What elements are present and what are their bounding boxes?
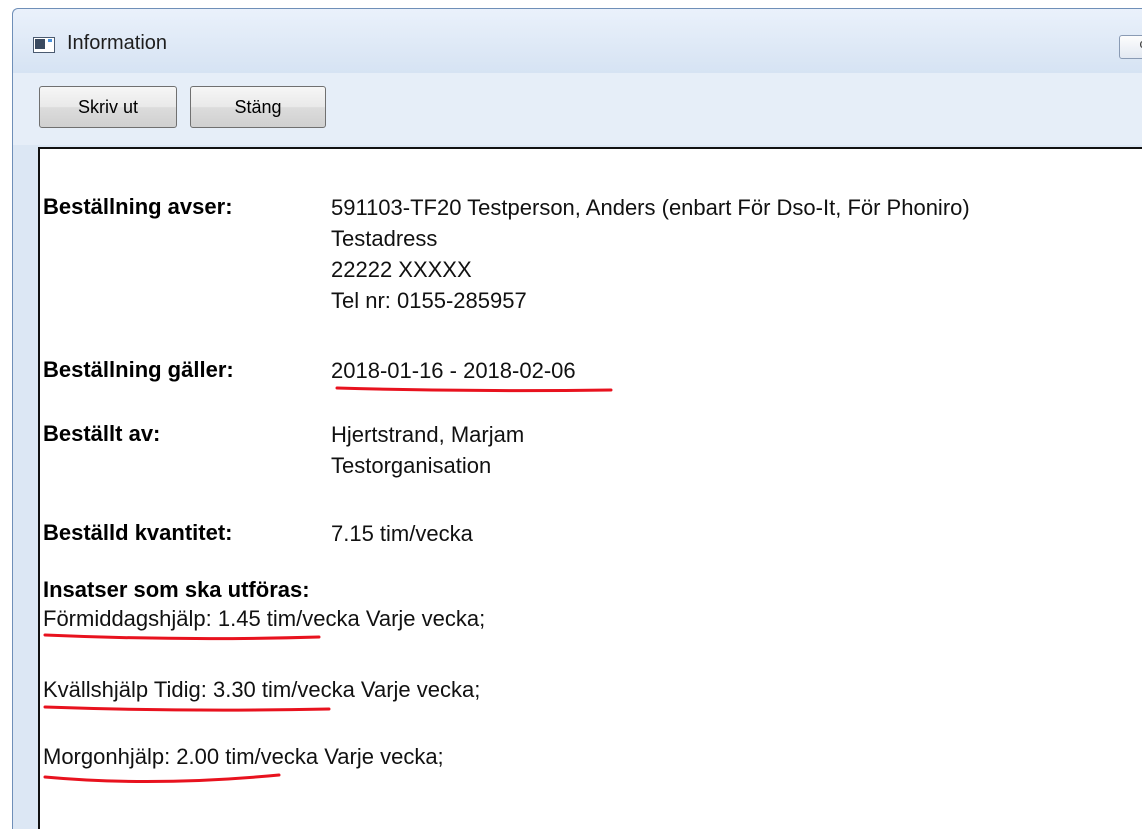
tasks-heading: Insatser som ska utföras: [43, 577, 310, 602]
ordered-by-line-1: Hjertstrand, Marjam [331, 422, 525, 447]
order-regarding-line-4: Tel nr: 0155-285957 [331, 288, 527, 313]
window-control-button[interactable]: c [1119, 35, 1142, 59]
order-regarding-line-2: Testadress [331, 226, 438, 251]
window-title: Information [67, 32, 168, 54]
app-window-icon [33, 37, 55, 53]
title-bar[interactable]: Information c [13, 9, 1142, 73]
quantity-value: 7.15 tim/vecka [331, 521, 473, 546]
task-item-3: Morgonhjälp: 2.00 tim/vecka Varje vecka; [43, 744, 444, 769]
print-button[interactable]: Skriv ut [39, 86, 177, 128]
order-regarding-line-3: 22222 XXXXX [331, 257, 472, 282]
period-underline-mark [335, 386, 613, 393]
task-item-1: Förmiddagshjälp: 1.45 tim/vecka Varje ve… [43, 606, 486, 631]
toolbar: Skriv ut Stäng [13, 73, 1142, 145]
order-info-panel: Beställning avser: 591103-TF20 Testperso… [38, 147, 1142, 829]
task-1-underline-mark [43, 633, 321, 641]
order-period-label: Beställning gäller: [43, 357, 234, 382]
order-regarding-line-1: 591103-TF20 Testperson, Anders (enbart F… [331, 195, 970, 220]
close-button[interactable]: Stäng [190, 86, 326, 128]
task-2-underline-mark [43, 705, 331, 712]
task-item-2: Kvällshjälp Tidig: 3.30 tim/vecka Varje … [43, 677, 481, 702]
ordered-by-label: Beställt av: [43, 421, 161, 446]
quantity-label: Beställd kvantitet: [43, 520, 233, 545]
information-window: Information c Skriv ut Stäng Beställning… [12, 8, 1142, 829]
task-3-underline-mark [43, 773, 281, 784]
ordered-by-line-2: Testorganisation [331, 453, 492, 478]
order-regarding-label: Beställning avser: [43, 194, 233, 219]
